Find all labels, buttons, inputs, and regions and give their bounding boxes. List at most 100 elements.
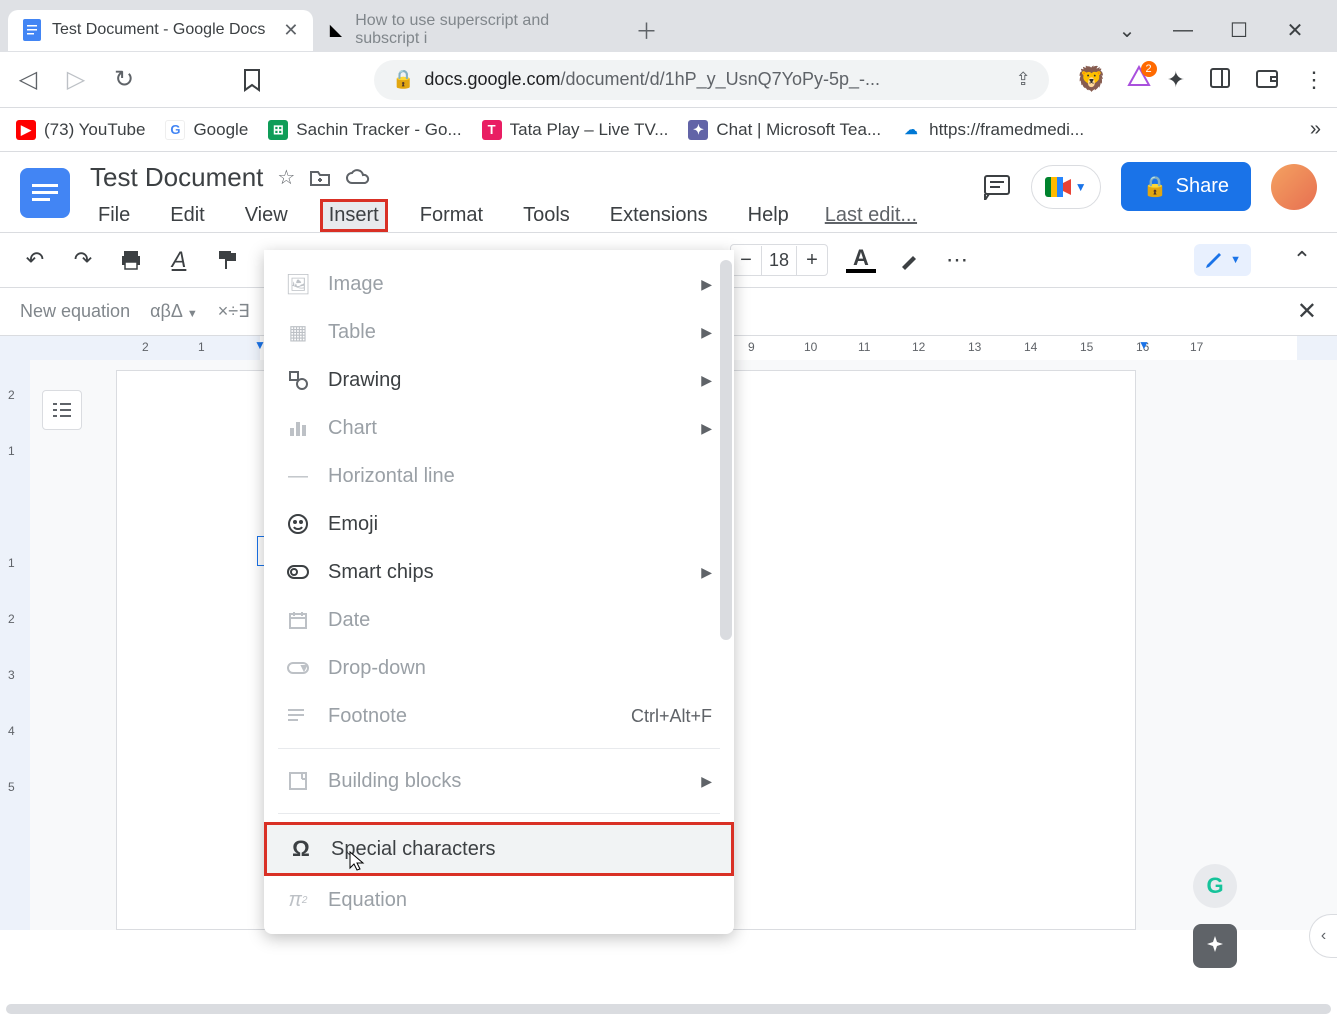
comment-history-icon[interactable] [983,174,1011,200]
browser-chrome: Test Document - Google Docs ✕ ◣ How to u… [0,0,1337,152]
wallet-icon[interactable] [1255,67,1279,93]
bookmark-icon[interactable] [236,64,268,96]
horizontal-scrollbar[interactable] [6,1004,1331,1014]
chevron-right-icon: ▶ [701,276,712,293]
bookmark-tataplay[interactable]: T Tata Play – Live TV... [482,120,669,140]
extensions-icon[interactable]: ✦ [1167,67,1185,93]
url-path: /document/d/1hP_y_UsnQ7YoPy-5p_-... [561,69,881,90]
document-title[interactable]: Test Document [90,162,263,193]
explore-button[interactable] [1193,924,1237,968]
font-size-decrease[interactable]: − [731,245,761,275]
menu-item-footnote[interactable]: Footnote Ctrl+Alt+F [264,692,734,740]
font-size-increase[interactable]: + [797,245,827,275]
chevron-down-icon: ▼ [1075,180,1087,194]
operators-button[interactable]: ×÷∃ [218,301,250,322]
mouse-cursor-icon [348,850,366,872]
more-tools-icon[interactable]: ⋯ [942,245,972,275]
lock-icon: 🔒 [392,69,414,90]
meet-button[interactable]: ▼ [1031,165,1101,209]
close-window-icon[interactable]: ✕ [1281,16,1309,44]
docs-favicon [22,20,42,40]
font-size-value[interactable]: 18 [761,246,797,275]
indent-marker-icon[interactable]: ▼ [1138,338,1150,352]
close-equation-icon[interactable]: ✕ [1297,297,1317,326]
new-equation-button[interactable]: New equation [20,301,130,322]
bookmark-google[interactable]: G Google [165,120,248,140]
back-button[interactable]: ◁ [12,64,44,96]
sidepanel-icon[interactable] [1209,67,1231,93]
brave-rewards-icon[interactable]: 2 [1127,65,1151,94]
menu-item-drawing[interactable]: Drawing ▶ [264,356,734,404]
document-outline-button[interactable] [42,390,82,430]
menu-item-emoji[interactable]: Emoji [264,500,734,548]
menu-icon[interactable]: ⋮ [1303,67,1325,93]
bookmark-label: (73) YouTube [44,120,145,140]
brave-shields-icon[interactable]: 🦁 [1077,65,1107,94]
move-icon[interactable] [309,169,331,187]
menu-view[interactable]: View [237,200,296,231]
menu-item-table[interactable]: ▦ Table ▶ [264,308,734,356]
close-icon[interactable]: ✕ [283,20,298,41]
menu-format[interactable]: Format [412,200,491,231]
text-color-icon[interactable]: A [846,247,876,273]
greek-letters-button[interactable]: αβΔ ▼ [150,301,198,322]
url-host: docs.google.com [424,69,560,90]
bookmark-label: Tata Play – Live TV... [510,120,669,140]
scrollbar[interactable] [720,260,732,640]
menu-extensions[interactable]: Extensions [602,200,716,231]
paint-format-icon[interactable] [212,245,242,275]
bookmark-teams[interactable]: ✦ Chat | Microsoft Tea... [688,120,881,140]
menu-file[interactable]: File [90,200,138,231]
bookmark-youtube[interactable]: ▶ (73) YouTube [16,120,145,140]
last-edit-link[interactable]: Last edit... [825,204,917,227]
chart-icon [286,416,310,440]
grammarly-icon[interactable]: G [1193,864,1237,908]
minimize-icon[interactable]: — [1169,16,1197,44]
teams-icon: ✦ [688,120,708,140]
menu-edit[interactable]: Edit [162,200,212,231]
bookmarks-overflow-icon[interactable]: » [1310,118,1321,141]
share-url-icon[interactable]: ⇪ [1016,69,1031,90]
forward-button[interactable]: ▷ [60,64,92,96]
bookmark-onedrive[interactable]: ☁ https://framedmedi... [901,120,1084,140]
maximize-icon[interactable]: ☐ [1225,16,1253,44]
chevron-right-icon: ▶ [701,324,712,341]
cloud-status-icon[interactable] [345,169,371,187]
star-icon[interactable]: ☆ [277,165,295,190]
menu-item-date[interactable]: Date [264,596,734,644]
search-tabs-icon[interactable]: ⌄ [1113,16,1141,44]
profile-avatar[interactable] [1271,164,1317,210]
menu-item-building-blocks[interactable]: Building blocks ▶ [264,757,734,805]
undo-icon[interactable]: ↶ [20,245,50,275]
address-bar[interactable]: 🔒 docs.google.com/document/d/1hP_y_UsnQ7… [374,60,1049,100]
docs-logo-icon[interactable] [20,168,70,218]
chevron-right-icon: ▶ [701,564,712,581]
menu-help[interactable]: Help [740,200,797,231]
menu-item-chart[interactable]: Chart ▶ [264,404,734,452]
menu-insert[interactable]: Insert [320,199,388,232]
menu-item-image[interactable]: 🖼 Image ▶ [264,260,734,308]
menu-item-equation[interactable]: π2 Equation [264,876,734,924]
highlight-icon[interactable] [894,245,924,275]
font-size-control: − 18 + [730,244,828,276]
menu-item-dropdown[interactable]: Drop-down [264,644,734,692]
menu-item-smart-chips[interactable]: Smart chips ▶ [264,548,734,596]
reload-button[interactable]: ↻ [108,64,140,96]
editing-mode-button[interactable]: ▼ [1194,244,1251,276]
bookmark-sheets[interactable]: ⊞ Sachin Tracker - Go... [268,120,461,140]
menu-item-special-characters[interactable]: Ω Special characters [264,822,734,876]
print-icon[interactable] [116,245,146,275]
bookmarks-bar: ▶ (73) YouTube G Google ⊞ Sachin Tracker… [0,108,1337,152]
spellcheck-icon[interactable]: A [164,245,194,275]
share-button[interactable]: 🔒 Share [1121,162,1251,211]
equation-icon: π2 [286,888,310,912]
browser-tab[interactable]: ◣ How to use superscript and subscript i [313,2,623,58]
collapse-toolbar-icon[interactable]: ⌃ [1287,245,1317,275]
redo-icon[interactable]: ↷ [68,245,98,275]
vertical-ruler[interactable]: 2 1 1 2 3 4 5 [0,360,30,930]
new-tab-button[interactable]: ＋ [631,14,663,46]
menu-tools[interactable]: Tools [515,200,578,231]
browser-tab-active[interactable]: Test Document - Google Docs ✕ [8,10,313,51]
menu-item-horizontal-line[interactable]: — Horizontal line [264,452,734,500]
insert-menu-dropdown: 🖼 Image ▶ ▦ Table ▶ Drawing ▶ Chart ▶ — … [264,250,734,934]
